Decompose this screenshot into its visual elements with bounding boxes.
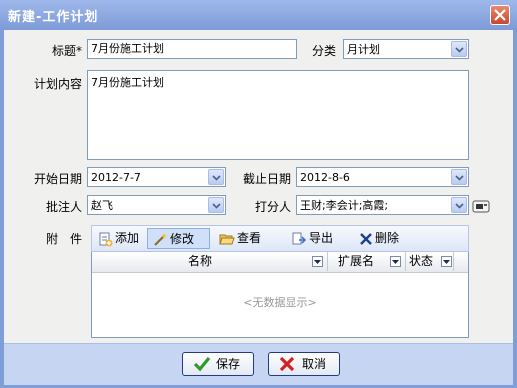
start-date-label: 开始日期 (34, 172, 83, 186)
title-input[interactable]: 7月份施工计划 (87, 39, 297, 59)
delete-attachment-button[interactable]: 删除 (359, 228, 399, 249)
column-ext-header[interactable]: 扩展名 (328, 252, 406, 271)
add-attachment-label: 添加 (115, 231, 140, 245)
save-button-label: 保存 (216, 357, 241, 371)
start-date-dropdown-button[interactable] (208, 169, 224, 185)
open-folder-icon (219, 234, 235, 244)
title-bar[interactable]: 新建-工作计划 (0, 0, 517, 30)
filter-arrow-icon (392, 260, 399, 264)
chevron-down-icon (455, 47, 464, 53)
approver-label: 批注人 (46, 200, 83, 214)
approver-value: 赵飞 (91, 199, 113, 212)
filter-arrow-icon (314, 260, 321, 264)
add-file-icon (99, 232, 113, 246)
column-ext-filter-button[interactable] (390, 256, 401, 267)
column-status-header[interactable]: 状态 (406, 252, 454, 271)
grid-empty-message: <无数据显示> (243, 296, 317, 309)
chevron-down-icon (455, 175, 464, 181)
dialog-footer (4, 343, 513, 385)
close-icon (494, 9, 506, 21)
checkmark-icon (193, 356, 211, 372)
category-dropdown-button[interactable] (451, 41, 467, 57)
chevron-down-icon (212, 175, 221, 181)
view-attachment-button[interactable]: 查看 (219, 228, 261, 249)
edit-attachment-button[interactable]: 修改 (147, 228, 210, 249)
view-attachment-label: 查看 (237, 231, 262, 245)
end-date-label: 截止日期 (243, 172, 292, 186)
contacts-card-icon (472, 200, 490, 213)
chevron-down-icon (212, 203, 221, 209)
scorer-select[interactable]: 王财;李会计;高霞; (296, 195, 469, 215)
attachment-toolbar: 添加 修改 查看 导出 删除 (91, 225, 469, 252)
chevron-down-icon (455, 203, 464, 209)
scorer-dropdown-button[interactable] (451, 197, 467, 213)
end-date-value: 2012-8-6 (300, 171, 350, 184)
cancel-button-label: 取消 (302, 357, 327, 371)
start-date-value: 2012-7-7 (91, 171, 141, 184)
dialog-window: 新建-工作计划 标题* 7月份施工计划 分类 月计划 计划内容 7月份施工计划 … (0, 0, 517, 388)
select-people-button[interactable] (471, 197, 491, 215)
content-label: 计划内容 (34, 77, 83, 91)
edit-attachment-label: 修改 (170, 232, 195, 246)
title-label: 标题* (52, 44, 83, 58)
column-status-filter-button[interactable] (441, 256, 452, 267)
end-date-picker[interactable]: 2012-8-6 (296, 167, 469, 187)
export-attachment-button[interactable]: 导出 (291, 228, 333, 249)
category-label: 分类 (312, 44, 337, 58)
save-button[interactable]: 保存 (182, 352, 254, 376)
end-date-dropdown-button[interactable] (451, 169, 467, 185)
scorer-label: 打分人 (255, 200, 292, 214)
column-name-header[interactable]: 名称 (92, 252, 328, 271)
column-name-filter-button[interactable] (312, 256, 323, 267)
scorer-value: 王财;李会计;高霞; (300, 199, 389, 212)
window-title: 新建-工作计划 (8, 10, 99, 25)
delete-attachment-label: 删除 (375, 231, 400, 245)
add-attachment-button[interactable]: 添加 (97, 228, 139, 249)
magic-wand-icon (154, 232, 167, 246)
filter-arrow-icon (443, 260, 450, 264)
attachment-grid[interactable]: 名称 扩展名 状态 <无数据显示> (91, 252, 469, 338)
category-select[interactable]: 月计划 (343, 39, 469, 59)
cancel-x-icon (279, 356, 295, 372)
export-attachment-label: 导出 (309, 231, 334, 245)
approver-select[interactable]: 赵飞 (87, 195, 226, 215)
export-icon (292, 232, 307, 244)
column-name-label: 名称 (188, 254, 213, 268)
attachment-label: 附 件 (46, 232, 83, 246)
column-ext-label: 扩展名 (338, 254, 375, 268)
content-textarea[interactable]: 7月份施工计划 (87, 70, 469, 160)
grid-header: 名称 扩展名 状态 (92, 252, 468, 273)
column-status-label: 状态 (409, 254, 434, 268)
delete-x-icon (360, 232, 372, 245)
cancel-button[interactable]: 取消 (268, 352, 340, 376)
approver-dropdown-button[interactable] (208, 197, 224, 213)
close-button[interactable] (490, 5, 510, 25)
category-value: 月计划 (347, 43, 380, 56)
start-date-picker[interactable]: 2012-7-7 (87, 167, 226, 187)
